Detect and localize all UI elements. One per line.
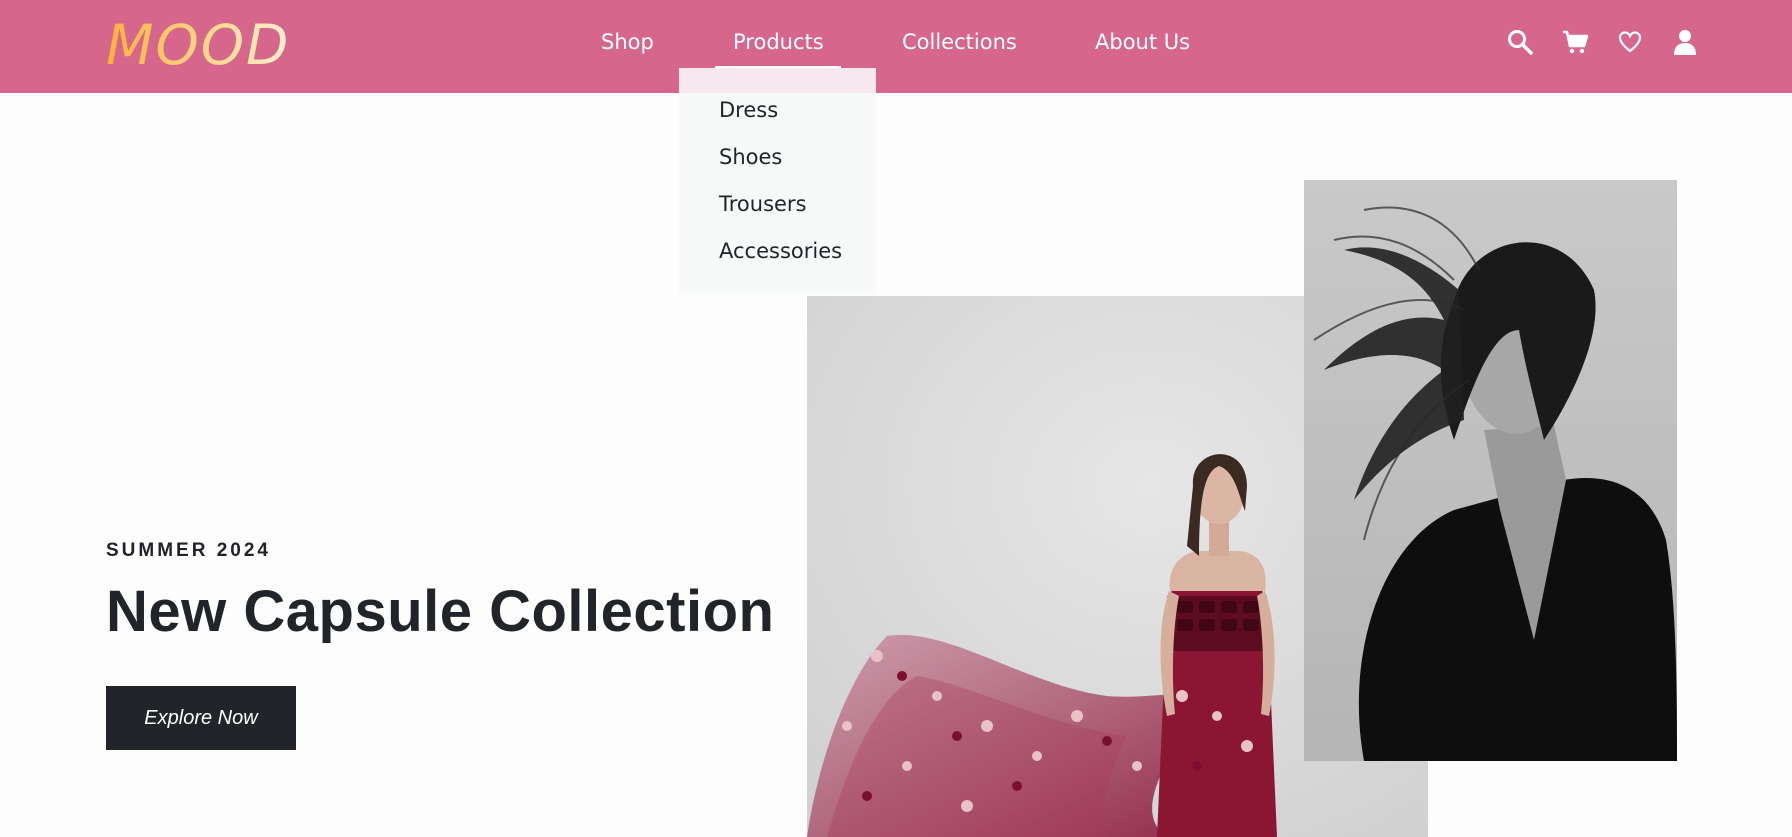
dropdown-item-dress[interactable]: Dress <box>719 98 778 122</box>
hero-eyebrow: SUMMER 2024 <box>106 540 271 561</box>
nav-item-collections[interactable]: Collections <box>902 30 1017 54</box>
dropdown-item-trousers[interactable]: Trousers <box>719 192 807 216</box>
nav-item-products[interactable]: Products <box>733 30 824 54</box>
search-icon[interactable] <box>1505 27 1535 57</box>
products-dropdown: Dress Shoes Trousers Accessories <box>679 68 876 295</box>
user-icon[interactable] <box>1670 27 1700 57</box>
cart-icon[interactable] <box>1560 27 1590 57</box>
site-header: MOOD Shop Products Collections About Us <box>0 0 1792 93</box>
dropdown-item-accessories[interactable]: Accessories <box>719 239 842 263</box>
hero-headline: New Capsule Collection <box>106 579 775 644</box>
hero-image-portrait <box>1304 180 1677 761</box>
nav-item-about-us[interactable]: About Us <box>1095 30 1190 54</box>
nav-item-shop[interactable]: Shop <box>601 30 654 54</box>
explore-now-button[interactable]: Explore Now <box>106 686 296 750</box>
heart-icon[interactable] <box>1615 27 1645 57</box>
dropdown-item-shoes[interactable]: Shoes <box>719 145 782 169</box>
brand-logo[interactable]: MOOD <box>106 12 290 78</box>
dropdown-header-strip <box>679 68 876 93</box>
